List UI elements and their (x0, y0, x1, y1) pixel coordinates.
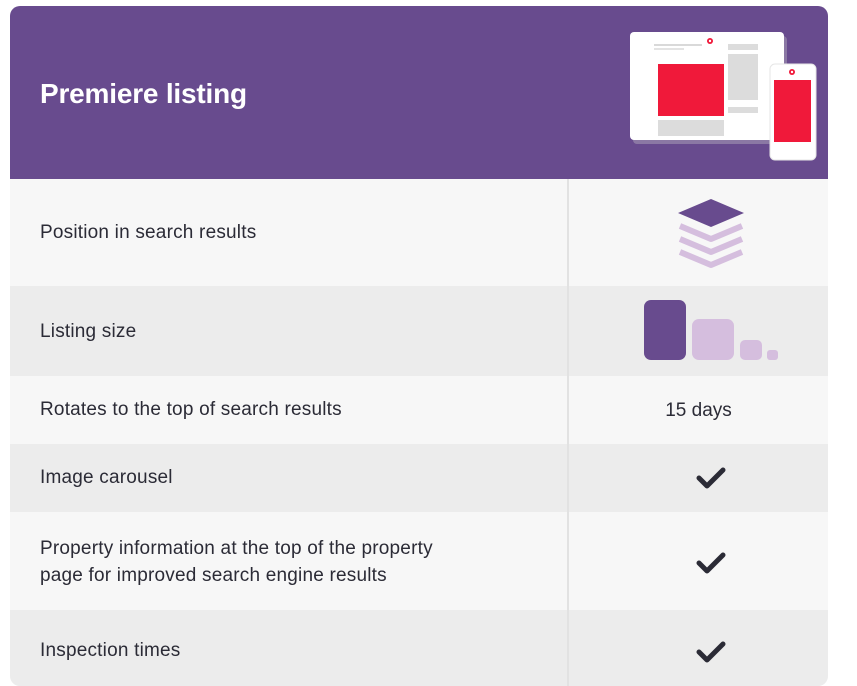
row-label: Position in search results (40, 222, 257, 243)
row-value: 15 days (665, 400, 732, 421)
row-label: Inspection times (40, 640, 181, 661)
checkmark-icon (696, 552, 726, 574)
table-row: Inspection times (10, 610, 828, 686)
row-label: Listing size (40, 321, 137, 342)
table-row: Position in search results (10, 179, 828, 286)
layers-stack-icon (678, 199, 744, 268)
row-label-line2: page for improved search engine results (40, 565, 387, 586)
card-header: Premiere listing (10, 6, 828, 179)
table-row: Image carousel (10, 444, 828, 512)
listing-card: Premiere listing Position in search resu… (10, 6, 828, 686)
table-row: Property information at the top of the p… (10, 512, 828, 610)
checkmark-icon (696, 641, 726, 663)
devices-icon (630, 32, 817, 161)
row-label: Image carousel (40, 467, 173, 488)
row-label: Rotates to the top of search results (40, 399, 342, 420)
row-label-line1: Property information at the top of the p… (40, 538, 433, 559)
table-row: Listing size (10, 286, 828, 376)
column-divider (567, 179, 569, 686)
row-label: Property information at the top of the p… (40, 535, 433, 589)
checkmark-icon (696, 467, 726, 489)
table-row: Rotates to the top of search results 15 … (10, 376, 828, 444)
listing-size-icon (644, 300, 778, 360)
card-title: Premiere listing (40, 78, 247, 109)
